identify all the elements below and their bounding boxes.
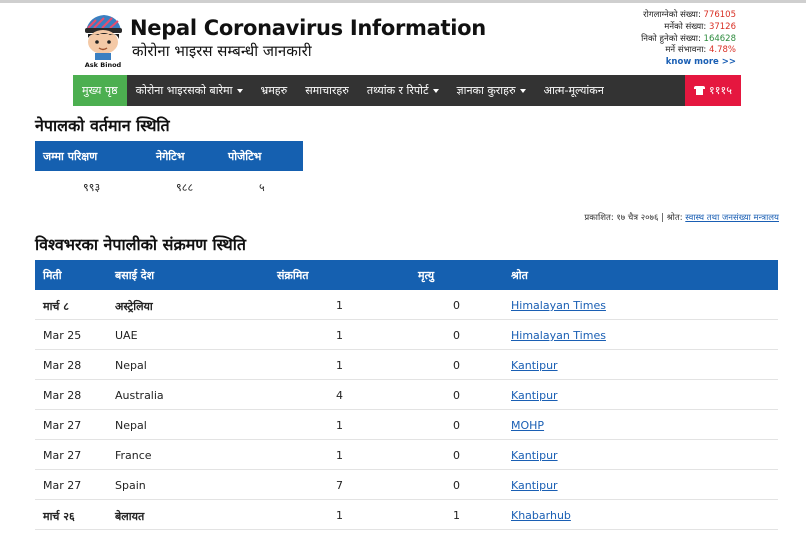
logo-text: Ask Binod bbox=[85, 61, 122, 69]
cell-date: मार्च ८ bbox=[43, 300, 69, 313]
table-row: Mar 28 Australia 4 0 Kantipur bbox=[35, 380, 778, 410]
global-stats: रोगलाग्नेको संख्या: 776105 मर्नेको संख्य… bbox=[641, 10, 736, 69]
nepal-status-table-header: जम्मा परिक्षण नेगेटिभ पोजेटिभ bbox=[35, 141, 303, 171]
col-total-tests: जम्मा परिक्षण bbox=[43, 150, 98, 163]
cell-deaths: 1 bbox=[453, 509, 460, 522]
cell-infected: 1 bbox=[336, 449, 343, 462]
nav-news[interactable]: समाचारहरु bbox=[296, 75, 358, 106]
value-positive: ५ bbox=[259, 181, 265, 194]
col-infected: संक्रमित bbox=[277, 269, 309, 282]
ask-binod-logo[interactable]: Ask Binod bbox=[80, 12, 126, 70]
value-negative: ९८८ bbox=[176, 181, 194, 194]
table-row: Mar 28 Nepal 1 0 Kantipur bbox=[35, 350, 778, 380]
table-row: मार्च २६ बेलायत 1 1 Khabarhub bbox=[35, 500, 778, 530]
cell-date: Mar 28 bbox=[43, 359, 82, 372]
cell-country: Nepal bbox=[115, 359, 147, 372]
nav-about-corona[interactable]: कोरोना भाइरसको बारेमा bbox=[127, 75, 252, 106]
cell-source-link[interactable]: Kantipur bbox=[511, 449, 558, 462]
cell-country: UAE bbox=[115, 329, 138, 342]
cell-deaths: 0 bbox=[453, 479, 460, 492]
world-status-heading: विश्वभरका नेपालीको संक्रमण स्थिति bbox=[35, 235, 246, 254]
cell-date: Mar 28 bbox=[43, 389, 82, 402]
cell-deaths: 0 bbox=[453, 449, 460, 462]
stat-death-rate: मर्ने संभावना: 4.78% bbox=[665, 45, 736, 56]
cell-country: France bbox=[115, 449, 152, 462]
cell-source-link[interactable]: Kantipur bbox=[511, 479, 558, 492]
cell-source-link[interactable]: MOHP bbox=[511, 419, 544, 432]
main-nav: मुख्य पृष्ठ कोरोना भाइरसको बारेमा भ्रमहर… bbox=[73, 75, 741, 106]
cell-source-link[interactable]: Himalayan Times bbox=[511, 299, 606, 312]
caret-down-icon bbox=[432, 89, 439, 93]
nav-self-assessment[interactable]: आत्म-मूल्यांकन bbox=[535, 75, 613, 106]
site-subtitle: कोरोना भाइरस सम्बन्धी जानकारी bbox=[132, 42, 312, 60]
cell-source-link[interactable]: Kantipur bbox=[511, 389, 558, 402]
cell-date: Mar 25 bbox=[43, 329, 82, 342]
cell-source-link[interactable]: Khabarhub bbox=[511, 509, 571, 522]
cell-deaths: 0 bbox=[453, 329, 460, 342]
hotline-button[interactable]: १११५ bbox=[685, 75, 741, 106]
table-row: Mar 27 France 1 0 Kantipur bbox=[35, 440, 778, 470]
col-positive: पोजेटिभ bbox=[228, 150, 262, 163]
stat-cases: रोगलाग्नेको संख्या: 776105 bbox=[643, 10, 736, 20]
value-total-tests: ९९३ bbox=[83, 181, 101, 194]
cell-infected: 1 bbox=[336, 359, 343, 372]
table-row: मार्च ८ अस्ट्रेलिया 1 0 Himalayan Times bbox=[35, 290, 778, 320]
table-row: Mar 25 UAE 1 0 Himalayan Times bbox=[35, 320, 778, 350]
cell-date: Mar 27 bbox=[43, 449, 82, 462]
cell-country: अस्ट्रेलिया bbox=[115, 300, 153, 313]
nav-data-report[interactable]: तथ्यांक र रिपोर्ट bbox=[358, 75, 448, 106]
cell-country: Spain bbox=[115, 479, 146, 492]
col-source: श्रोत bbox=[511, 269, 528, 282]
site-title[interactable]: Nepal Coronavirus Information bbox=[130, 16, 486, 40]
cell-date: Mar 27 bbox=[43, 479, 82, 492]
nav-myths[interactable]: भ्रमहरु bbox=[252, 75, 297, 106]
cell-country: Nepal bbox=[115, 419, 147, 432]
caret-down-icon bbox=[236, 89, 243, 93]
cell-source-link[interactable]: Kantipur bbox=[511, 359, 558, 372]
nepal-status-values: ९९३ ९८८ ५ bbox=[35, 178, 303, 196]
nav-knowledge[interactable]: ज्ञानका कुराहरु bbox=[448, 75, 535, 106]
cell-country: Australia bbox=[115, 389, 164, 402]
stat-deaths: मर्नेको संख्या: 37126 bbox=[664, 21, 736, 32]
cell-infected: 1 bbox=[336, 509, 343, 522]
nepal-status-source: प्रकाशित: १७ चैत्र २०७६ | श्रोत: स्वास्थ… bbox=[584, 213, 779, 223]
phone-icon bbox=[694, 86, 706, 95]
cell-date: Mar 27 bbox=[43, 419, 82, 432]
world-table-body: मार्च ८ अस्ट्रेलिया 1 0 Himalayan Times Mar 2… bbox=[35, 290, 778, 530]
col-negative: नेगेटिभ bbox=[156, 150, 185, 163]
cell-infected: 1 bbox=[336, 299, 343, 312]
nepal-status-heading: नेपालको वर्तमान स्थिति bbox=[35, 116, 170, 135]
cell-infected: 7 bbox=[336, 479, 343, 492]
hotline-number: १११५ bbox=[709, 84, 732, 97]
cell-country: बेलायत bbox=[115, 510, 145, 523]
table-row: Mar 27 Spain 7 0 Kantipur bbox=[35, 470, 778, 500]
col-date: मिती bbox=[43, 269, 62, 282]
nav-home[interactable]: मुख्य पृष्ठ bbox=[73, 75, 127, 106]
caret-down-icon bbox=[519, 89, 526, 93]
cell-infected: 4 bbox=[336, 389, 343, 402]
cell-infected: 1 bbox=[336, 419, 343, 432]
cell-infected: 1 bbox=[336, 329, 343, 342]
know-more-link[interactable]: know more >> bbox=[666, 57, 736, 69]
table-row: Mar 27 Nepal 1 0 MOHP bbox=[35, 410, 778, 440]
cell-deaths: 0 bbox=[453, 419, 460, 432]
cell-deaths: 0 bbox=[453, 389, 460, 402]
stat-recovered: निको हुनेको संख्या: 164628 bbox=[641, 33, 736, 44]
world-table-header: मिती बसाई देश संक्रमित मृत्यु श्रोत bbox=[35, 260, 778, 290]
top-border bbox=[0, 0, 806, 3]
cell-date: मार्च २६ bbox=[43, 510, 75, 523]
col-country: बसाई देश bbox=[115, 269, 155, 282]
col-deaths: मृत्यु bbox=[418, 269, 435, 282]
cell-deaths: 0 bbox=[453, 359, 460, 372]
cell-source-link[interactable]: Himalayan Times bbox=[511, 329, 606, 342]
cell-deaths: 0 bbox=[453, 299, 460, 312]
source-link-mohp[interactable]: स्वास्थ तथा जनसंख्या मन्त्रालय bbox=[685, 213, 779, 223]
